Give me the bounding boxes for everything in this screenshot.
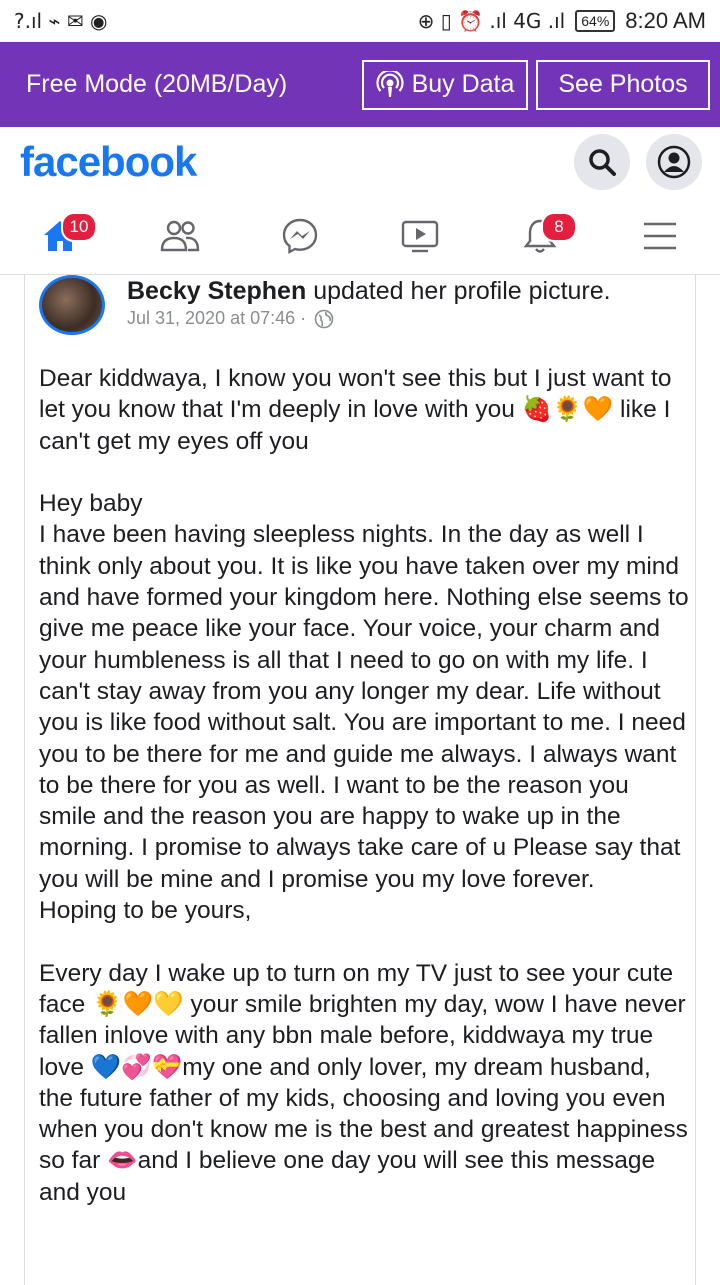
post-paragraph: Hey baby I have been having sleepless ni… (39, 490, 689, 925)
post-author-line: Becky Stephen updated her profile pictur… (127, 277, 611, 306)
status-right: ⊕ ▯ ⏰ .ıl 4G .ıl 64% 8:20 AM (418, 8, 706, 34)
status-time: 8:20 AM (625, 8, 706, 33)
friends-icon (160, 220, 200, 251)
buy-data-button[interactable]: Buy Data (362, 59, 528, 110)
app-header: facebook (0, 127, 720, 197)
post-meta: Jul 31, 2020 at 07:46 · (127, 308, 334, 329)
profile-icon (657, 145, 691, 179)
status-bar: ?.ıl ⌁ ✉ ◉ ⊕ ▯ ⏰ .ıl 4G .ıl 64% 8:20 AM (0, 0, 720, 42)
header-actions (574, 134, 702, 190)
post-spacer (39, 926, 689, 957)
globe-icon (314, 309, 334, 328)
profile-button[interactable] (646, 134, 702, 190)
buy-data-label: Buy Data (411, 70, 515, 98)
free-mode-label: Free Mode (20MB/Day) (26, 70, 288, 98)
post-date[interactable]: Jul 31, 2020 at 07:46 · (127, 308, 306, 329)
nav-messenger[interactable] (265, 206, 335, 266)
nav-home[interactable]: 10 (25, 206, 97, 266)
free-mode-bar: Free Mode (20MB/Day) Buy Data See Photos (0, 42, 720, 127)
search-button[interactable] (574, 134, 630, 190)
nav-watch[interactable] (385, 206, 455, 266)
status-left: ?.ıl ⌁ ✉ ◉ (14, 9, 107, 33)
notifications-badge: 8 (541, 211, 577, 242)
see-photos-button[interactable]: See Photos (536, 59, 710, 110)
messenger-icon (282, 218, 318, 254)
nav-notifications[interactable]: 8 (505, 206, 577, 266)
video-icon (401, 220, 439, 252)
avatar[interactable] (39, 275, 105, 335)
see-photos-label: See Photos (558, 70, 688, 98)
feed-post: Becky Stephen updated her profile pictur… (24, 275, 696, 1285)
facebook-logo[interactable]: facebook (20, 138, 197, 186)
post-text: Dear kiddwaya, I know you won't see this… (39, 363, 689, 1208)
podcast-icon (375, 70, 404, 97)
post-spacer (39, 457, 689, 488)
author-name[interactable]: Becky Stephen (127, 277, 306, 305)
home-badge: 10 (61, 211, 97, 242)
battery-indicator: 64% (575, 10, 616, 32)
post-paragraph: Every day I wake up to turn on my TV jus… (39, 959, 695, 1206)
post-paragraph: Dear kiddwaya, I know you won't see this… (39, 365, 679, 455)
search-icon (589, 149, 616, 176)
post-action: updated her profile picture. (306, 277, 611, 305)
status-right-icons: ⊕ ▯ ⏰ .ıl 4G .ıl (417, 9, 566, 33)
nav-menu[interactable] (625, 206, 695, 266)
post-header: Becky Stephen updated her profile pictur… (25, 275, 695, 345)
nav-friends[interactable] (145, 206, 215, 266)
status-left-icons: ?.ıl ⌁ ✉ ◉ (14, 9, 108, 33)
main-nav: 10 8 (0, 197, 720, 275)
menu-icon (644, 222, 676, 249)
